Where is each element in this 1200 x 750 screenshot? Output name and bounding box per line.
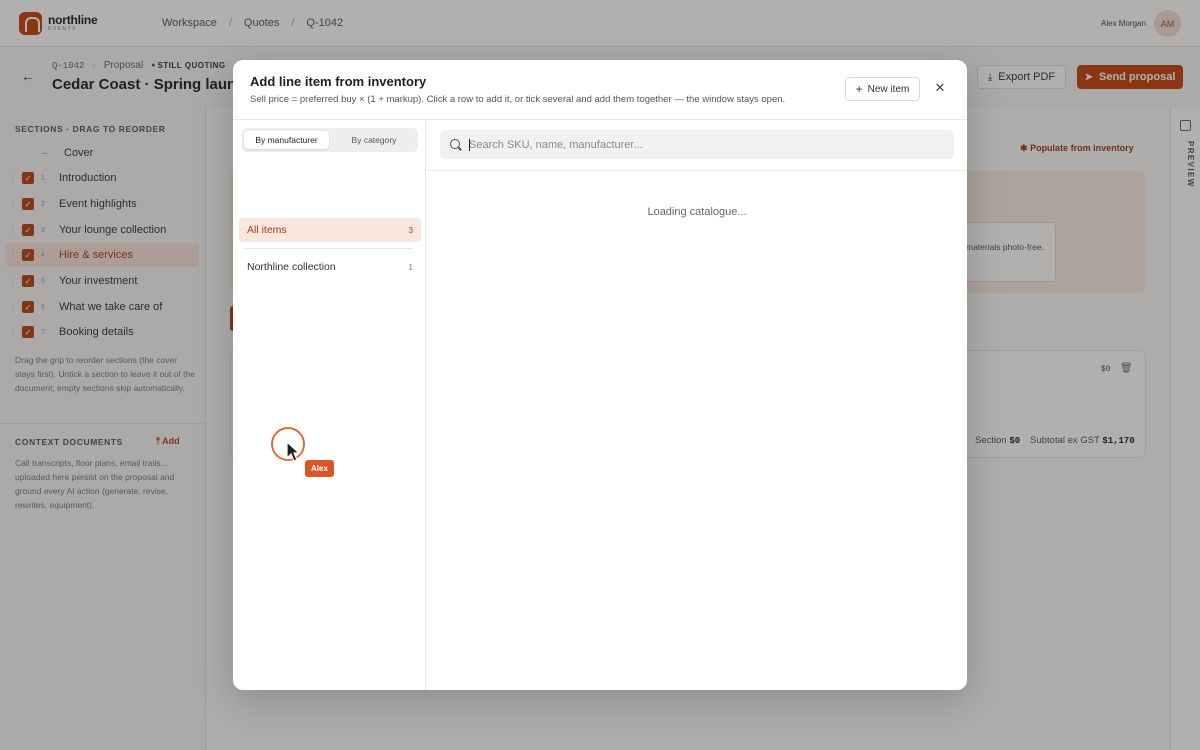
results-divider (427, 170, 967, 171)
tab-by-category[interactable]: By category (332, 131, 416, 149)
cursor-arrow-icon (286, 441, 301, 462)
category-item-all[interactable]: All items 3 (239, 218, 421, 242)
category-label: Northline collection (247, 261, 336, 273)
category-label: All items (247, 224, 287, 236)
cursor-name-tag: Alex (305, 460, 334, 477)
plus-icon: + (855, 82, 863, 96)
search-input[interactable] (469, 138, 939, 151)
modal-subtitle: Sell price = preferred buy × (1 + markup… (250, 94, 786, 105)
search-icon (450, 138, 462, 151)
grouping-toggle: By manufacturer By category (242, 128, 418, 152)
search-field[interactable] (440, 130, 954, 159)
tab-by-manufacturer[interactable]: By manufacturer (244, 131, 329, 149)
close-icon[interactable]: ✕ (933, 80, 947, 95)
loading-status: Loading catalogue... (647, 206, 747, 218)
text-caret (469, 139, 470, 151)
category-divider (245, 248, 413, 249)
category-count: 1 (408, 262, 413, 272)
category-panel: By manufacturer By category All items 3 … (233, 120, 426, 690)
category-item-northline[interactable]: Northline collection 1 (239, 255, 421, 279)
new-item-button[interactable]: + New item (845, 77, 920, 101)
category-count: 3 (408, 225, 413, 235)
modal-title: Add line item from inventory (250, 74, 427, 89)
new-item-label: New item (867, 83, 910, 95)
inventory-modal: Add line item from inventory Sell price … (233, 60, 967, 690)
